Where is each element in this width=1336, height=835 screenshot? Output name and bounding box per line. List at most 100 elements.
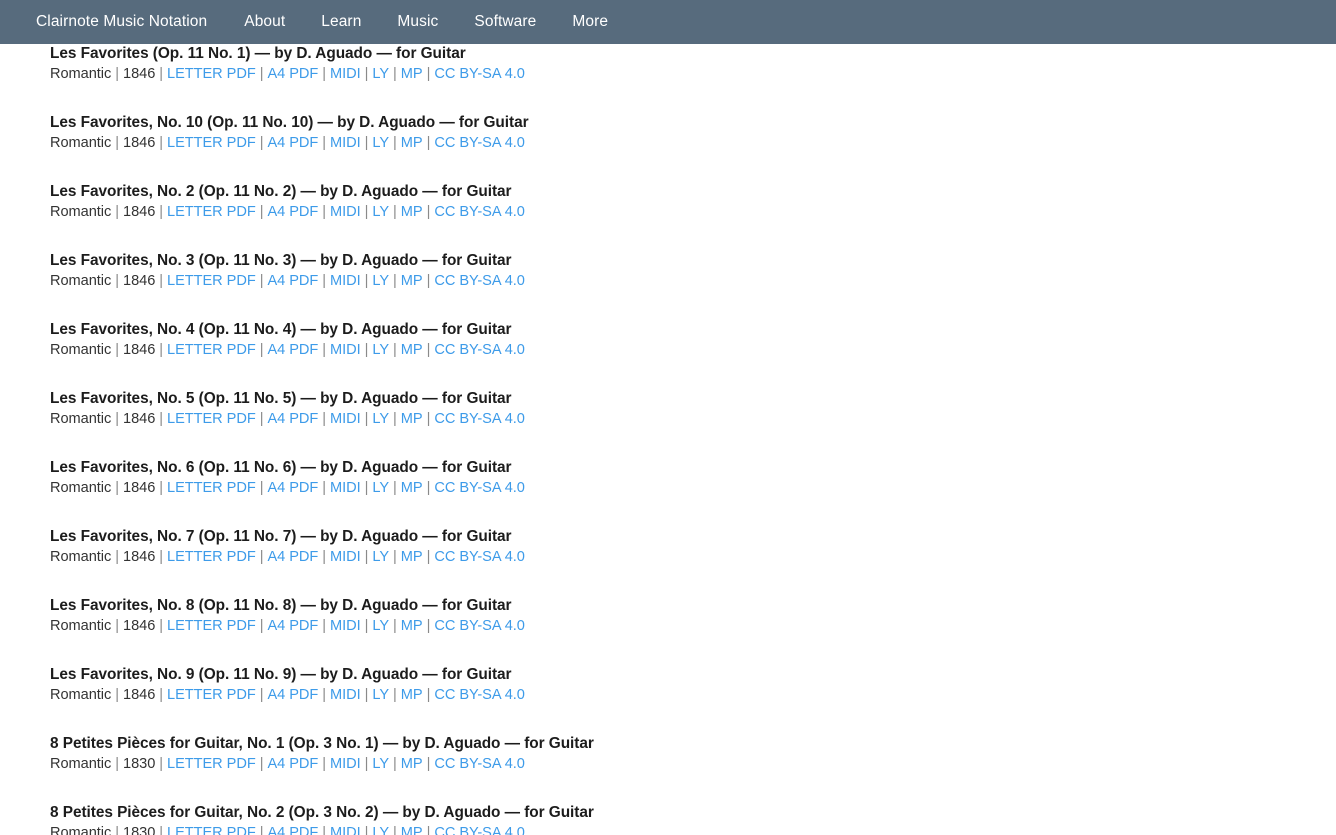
lilypond-source-link[interactable]: LY <box>372 825 389 835</box>
lilypond-source-link[interactable]: LY <box>372 549 389 565</box>
license-link[interactable]: CC BY-SA 4.0 <box>434 618 525 634</box>
midi-link[interactable]: MIDI <box>330 618 361 634</box>
nav-item-music[interactable]: Music <box>397 0 438 44</box>
lilypond-source-link[interactable]: LY <box>372 756 389 772</box>
letter-pdf-link[interactable]: LETTER PDF <box>167 825 256 835</box>
license-link[interactable]: CC BY-SA 4.0 <box>434 273 525 289</box>
a4-pdf-link[interactable]: A4 PDF <box>267 411 318 427</box>
mp-link[interactable]: MP <box>401 480 423 496</box>
letter-pdf-link[interactable]: LETTER PDF <box>167 618 256 634</box>
letter-pdf-link[interactable]: LETTER PDF <box>167 687 256 703</box>
a4-pdf-link[interactable]: A4 PDF <box>267 480 318 496</box>
metadata-separator: | <box>259 66 264 82</box>
metadata-separator: | <box>322 273 327 289</box>
score-year: 1846 <box>123 618 156 634</box>
mp-link[interactable]: MP <box>401 273 423 289</box>
metadata-separator: | <box>259 687 264 703</box>
score-entry: Les Favorites (Op. 11 No. 1) — by D. Agu… <box>0 44 1336 84</box>
license-link[interactable]: CC BY-SA 4.0 <box>434 687 525 703</box>
metadata-separator: | <box>322 618 327 634</box>
metadata-separator: | <box>364 687 369 703</box>
midi-link[interactable]: MIDI <box>330 687 361 703</box>
license-link[interactable]: CC BY-SA 4.0 <box>434 756 525 772</box>
score-year: 1846 <box>123 687 156 703</box>
metadata-separator: | <box>426 342 431 358</box>
lilypond-source-link[interactable]: LY <box>372 342 389 358</box>
a4-pdf-link[interactable]: A4 PDF <box>267 549 318 565</box>
a4-pdf-link[interactable]: A4 PDF <box>267 618 318 634</box>
letter-pdf-link[interactable]: LETTER PDF <box>167 549 256 565</box>
midi-link[interactable]: MIDI <box>330 135 361 151</box>
nav-item-more[interactable]: More <box>572 0 608 44</box>
score-title: Les Favorites, No. 4 (Op. 11 No. 4) — by… <box>50 321 512 338</box>
license-link[interactable]: CC BY-SA 4.0 <box>434 66 525 82</box>
license-link[interactable]: CC BY-SA 4.0 <box>434 549 525 565</box>
lilypond-source-link[interactable]: LY <box>372 411 389 427</box>
a4-pdf-link[interactable]: A4 PDF <box>267 66 318 82</box>
lilypond-source-link[interactable]: LY <box>372 135 389 151</box>
nav-item-software[interactable]: Software <box>474 0 536 44</box>
a4-pdf-link[interactable]: A4 PDF <box>267 342 318 358</box>
lilypond-source-link[interactable]: LY <box>372 687 389 703</box>
lilypond-source-link[interactable]: LY <box>372 204 389 220</box>
midi-link[interactable]: MIDI <box>330 342 361 358</box>
mp-link[interactable]: MP <box>401 135 423 151</box>
metadata-separator: | <box>159 342 164 358</box>
letter-pdf-link[interactable]: LETTER PDF <box>167 204 256 220</box>
mp-link[interactable]: MP <box>401 756 423 772</box>
metadata-separator: | <box>159 480 164 496</box>
mp-link[interactable]: MP <box>401 618 423 634</box>
score-metadata-row: Romantic | 1846 | LETTER PDF | A4 PDF | MIDI | LY |… <box>50 340 1316 360</box>
midi-link[interactable]: MIDI <box>330 204 361 220</box>
nav-item-learn[interactable]: Learn <box>321 0 361 44</box>
letter-pdf-link[interactable]: LETTER PDF <box>167 342 256 358</box>
letter-pdf-link[interactable]: LETTER PDF <box>167 756 256 772</box>
letter-pdf-link[interactable]: LETTER PDF <box>167 135 256 151</box>
metadata-separator: | <box>364 618 369 634</box>
letter-pdf-link[interactable]: LETTER PDF <box>167 411 256 427</box>
license-link[interactable]: CC BY-SA 4.0 <box>434 480 525 496</box>
metadata-separator: | <box>393 618 397 634</box>
midi-link[interactable]: MIDI <box>330 549 361 565</box>
lilypond-source-link[interactable]: LY <box>372 480 389 496</box>
midi-link[interactable]: MIDI <box>330 66 361 82</box>
a4-pdf-link[interactable]: A4 PDF <box>267 135 318 151</box>
metadata-separator: | <box>115 687 119 703</box>
mp-link[interactable]: MP <box>401 687 423 703</box>
a4-pdf-link[interactable]: A4 PDF <box>267 273 318 289</box>
letter-pdf-link[interactable]: LETTER PDF <box>167 480 256 496</box>
license-link[interactable]: CC BY-SA 4.0 <box>434 135 525 151</box>
metadata-separator: | <box>259 825 264 835</box>
metadata-separator: | <box>393 687 397 703</box>
nav-brand-clairnote-music-notation[interactable]: Clairnote Music Notation <box>36 0 207 44</box>
lilypond-source-link[interactable]: LY <box>372 66 389 82</box>
a4-pdf-link[interactable]: A4 PDF <box>267 756 318 772</box>
lilypond-source-link[interactable]: LY <box>372 618 389 634</box>
mp-link[interactable]: MP <box>401 66 423 82</box>
nav-item-about[interactable]: About <box>244 0 285 44</box>
license-link[interactable]: CC BY-SA 4.0 <box>434 342 525 358</box>
score-entry: 8 Petites Pièces for Guitar, No. 1 (Op. … <box>0 734 1336 774</box>
midi-link[interactable]: MIDI <box>330 480 361 496</box>
lilypond-source-link[interactable]: LY <box>372 273 389 289</box>
midi-link[interactable]: MIDI <box>330 756 361 772</box>
a4-pdf-link[interactable]: A4 PDF <box>267 687 318 703</box>
a4-pdf-link[interactable]: A4 PDF <box>267 825 318 835</box>
midi-link[interactable]: MIDI <box>330 825 361 835</box>
mp-link[interactable]: MP <box>401 342 423 358</box>
mp-link[interactable]: MP <box>401 411 423 427</box>
mp-link[interactable]: MP <box>401 204 423 220</box>
metadata-separator: | <box>426 687 431 703</box>
letter-pdf-link[interactable]: LETTER PDF <box>167 66 256 82</box>
midi-link[interactable]: MIDI <box>330 273 361 289</box>
mp-link[interactable]: MP <box>401 825 423 835</box>
license-link[interactable]: CC BY-SA 4.0 <box>434 825 525 835</box>
midi-link[interactable]: MIDI <box>330 411 361 427</box>
metadata-separator: | <box>364 480 369 496</box>
letter-pdf-link[interactable]: LETTER PDF <box>167 273 256 289</box>
metadata-separator: | <box>159 825 164 835</box>
license-link[interactable]: CC BY-SA 4.0 <box>434 411 525 427</box>
license-link[interactable]: CC BY-SA 4.0 <box>434 204 525 220</box>
mp-link[interactable]: MP <box>401 549 423 565</box>
a4-pdf-link[interactable]: A4 PDF <box>267 204 318 220</box>
